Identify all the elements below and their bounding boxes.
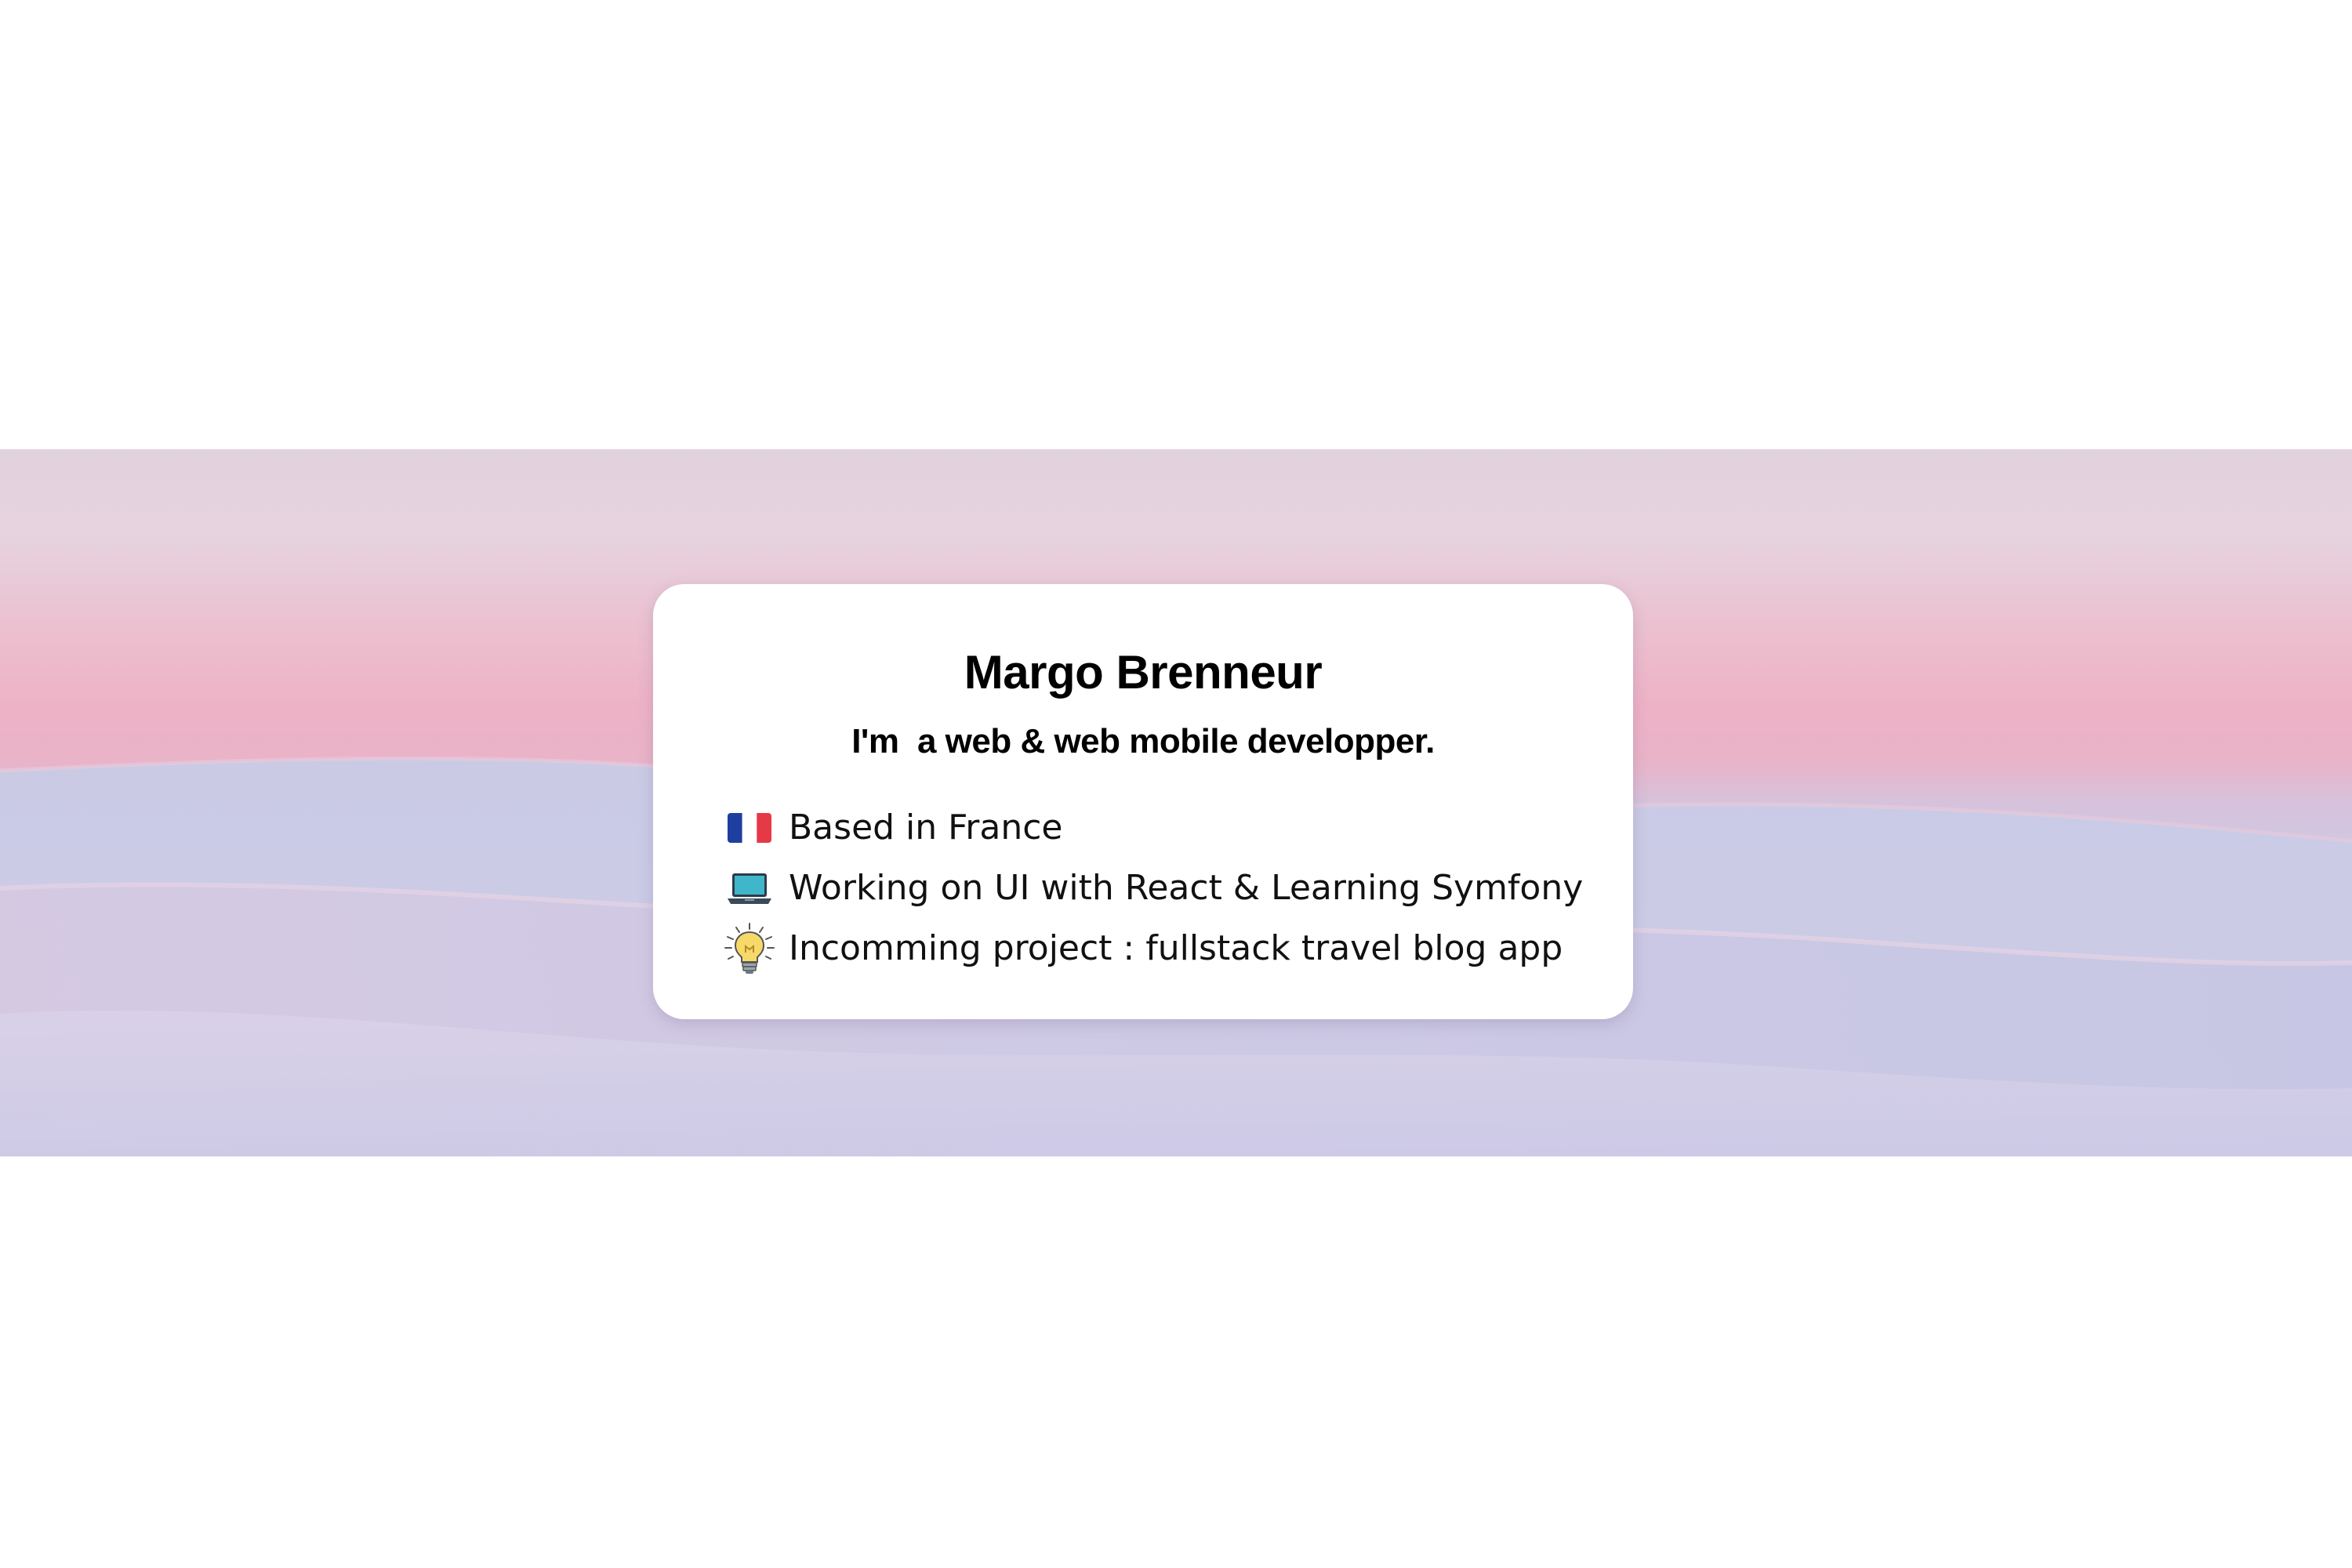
lightbulb-icon — [722, 921, 777, 976]
france-flag-icon — [722, 800, 777, 855]
fact-location-text: Based in France — [789, 808, 1063, 848]
profile-banner-page: Margo Brenneur I'm a web & web mobile de… — [0, 0, 2352, 1568]
facts-list: Based in France Working on UI with React… — [722, 797, 1608, 978]
profile-name: Margo Brenneur — [964, 646, 1323, 699]
fact-work-text: Working on UI with React & Learning Symf… — [789, 868, 1584, 908]
fact-location: Based in France — [722, 797, 1608, 858]
laptop-icon — [722, 861, 777, 916]
profile-card: Margo Brenneur I'm a web & web mobile de… — [653, 584, 1633, 1019]
fact-project-text: Incomming project : fullstack travel blo… — [789, 928, 1563, 968]
fact-project: Incomming project : fullstack travel blo… — [722, 918, 1608, 978]
fact-work: Working on UI with React & Learning Symf… — [722, 858, 1608, 918]
profile-tagline: I'm a web & web mobile developper. — [851, 722, 1435, 760]
